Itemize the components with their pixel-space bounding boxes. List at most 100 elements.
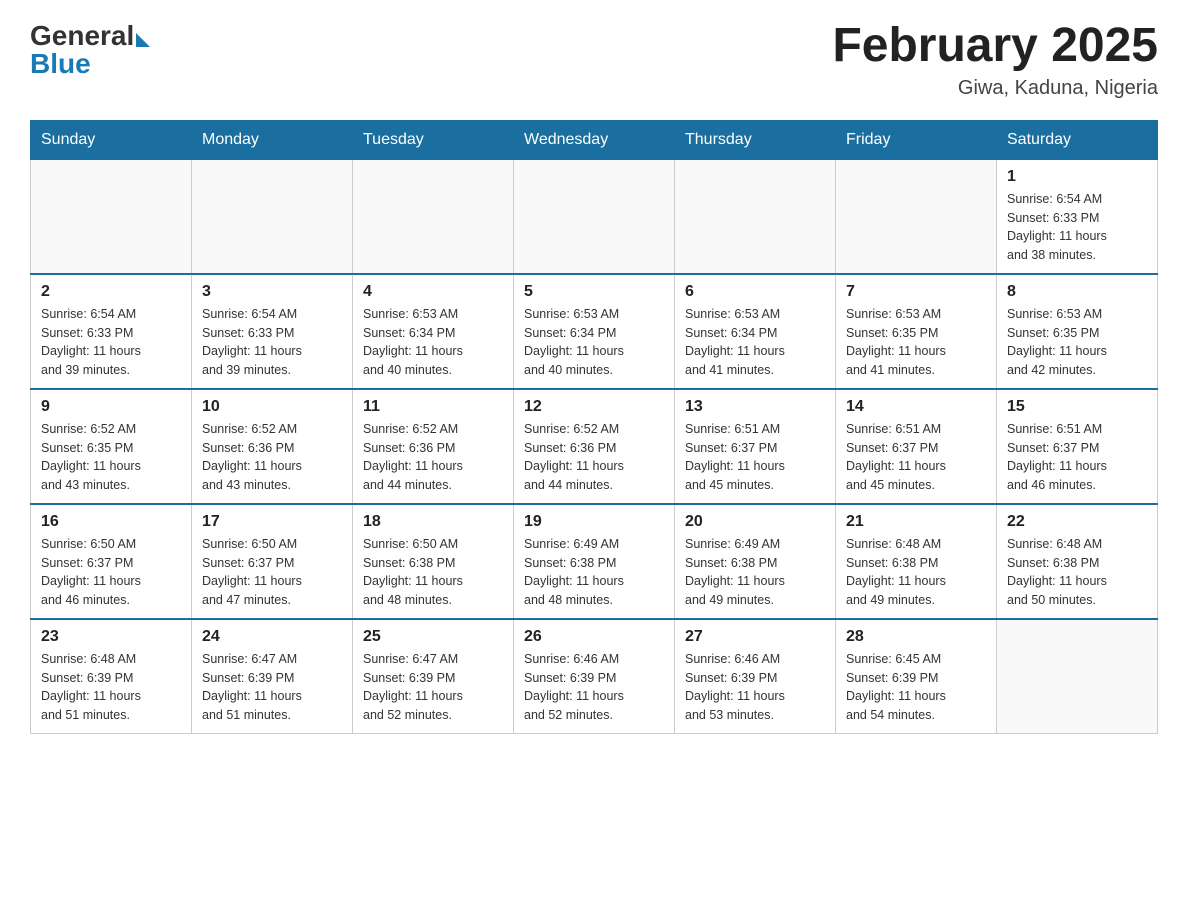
day-number: 28: [846, 628, 986, 646]
calendar-cell: 18 Sunrise: 6:50 AMSunset: 6:38 PMDayligh…: [353, 504, 514, 619]
calendar-cell: 3 Sunrise: 6:54 AMSunset: 6:33 PMDaylight…: [192, 274, 353, 389]
day-info: Sunrise: 6:53 AMSunset: 6:34 PMDaylight:…: [685, 305, 825, 380]
logo-arrow-icon: [136, 33, 150, 47]
day-info: Sunrise: 6:48 AMSunset: 6:38 PMDaylight:…: [1007, 535, 1147, 610]
day-info: Sunrise: 6:52 AMSunset: 6:35 PMDaylight:…: [41, 420, 181, 495]
weekday-header-wednesday: Wednesday: [514, 120, 675, 159]
week-row-0: 1 Sunrise: 6:54 AMSunset: 6:33 PMDaylight…: [31, 159, 1158, 274]
calendar-cell: 23 Sunrise: 6:48 AMSunset: 6:39 PMDayligh…: [31, 619, 192, 734]
day-number: 23: [41, 628, 181, 646]
calendar-table: SundayMondayTuesdayWednesdayThursdayFrid…: [30, 120, 1158, 734]
calendar-cell: 25 Sunrise: 6:47 AMSunset: 6:39 PMDayligh…: [353, 619, 514, 734]
week-row-1: 2 Sunrise: 6:54 AMSunset: 6:33 PMDaylight…: [31, 274, 1158, 389]
day-info: Sunrise: 6:47 AMSunset: 6:39 PMDaylight:…: [202, 650, 342, 725]
day-info: Sunrise: 6:53 AMSunset: 6:34 PMDaylight:…: [524, 305, 664, 380]
week-row-3: 16 Sunrise: 6:50 AMSunset: 6:37 PMDayligh…: [31, 504, 1158, 619]
day-info: Sunrise: 6:48 AMSunset: 6:39 PMDaylight:…: [41, 650, 181, 725]
calendar-cell: 4 Sunrise: 6:53 AMSunset: 6:34 PMDaylight…: [353, 274, 514, 389]
day-number: 10: [202, 398, 342, 416]
day-number: 18: [363, 513, 503, 531]
calendar-cell: 14 Sunrise: 6:51 AMSunset: 6:37 PMDayligh…: [836, 389, 997, 504]
calendar-cell: 27Sunrise: 6:46 AMSunset: 6:39 PMDayligh…: [675, 619, 836, 734]
day-info: Sunrise: 6:54 AMSunset: 6:33 PMDaylight:…: [202, 305, 342, 380]
day-number: 26: [524, 628, 664, 646]
calendar-cell: 17 Sunrise: 6:50 AMSunset: 6:37 PMDayligh…: [192, 504, 353, 619]
calendar-cell: 12 Sunrise: 6:52 AMSunset: 6:36 PMDayligh…: [514, 389, 675, 504]
calendar-cell: 13 Sunrise: 6:51 AMSunset: 6:37 PMDayligh…: [675, 389, 836, 504]
day-number: 17: [202, 513, 342, 531]
day-number: 5: [524, 283, 664, 301]
day-info: Sunrise: 6:52 AMSunset: 6:36 PMDaylight:…: [363, 420, 503, 495]
calendar-cell: 16 Sunrise: 6:50 AMSunset: 6:37 PMDayligh…: [31, 504, 192, 619]
day-info: Sunrise: 6:50 AMSunset: 6:38 PMDaylight:…: [363, 535, 503, 610]
day-info: Sunrise: 6:53 AMSunset: 6:34 PMDaylight:…: [363, 305, 503, 380]
day-number: 8: [1007, 283, 1147, 301]
calendar-cell: 21 Sunrise: 6:48 AMSunset: 6:38 PMDayligh…: [836, 504, 997, 619]
day-info: Sunrise: 6:47 AMSunset: 6:39 PMDaylight:…: [363, 650, 503, 725]
day-number: 9: [41, 398, 181, 416]
day-info: Sunrise: 6:52 AMSunset: 6:36 PMDaylight:…: [524, 420, 664, 495]
day-number: 4: [363, 283, 503, 301]
calendar-cell: 10Sunrise: 6:52 AMSunset: 6:36 PMDayligh…: [192, 389, 353, 504]
day-number: 21: [846, 513, 986, 531]
day-info: Sunrise: 6:53 AMSunset: 6:35 PMDaylight:…: [1007, 305, 1147, 380]
calendar-cell: 15 Sunrise: 6:51 AMSunset: 6:37 PMDayligh…: [997, 389, 1158, 504]
week-row-2: 9 Sunrise: 6:52 AMSunset: 6:35 PMDaylight…: [31, 389, 1158, 504]
weekday-header-friday: Friday: [836, 120, 997, 159]
day-info: Sunrise: 6:45 AMSunset: 6:39 PMDaylight:…: [846, 650, 986, 725]
location-title: Giwa, Kaduna, Nigeria: [832, 77, 1158, 100]
calendar-cell: [997, 619, 1158, 734]
calendar-cell: 22Sunrise: 6:48 AMSunset: 6:38 PMDayligh…: [997, 504, 1158, 619]
day-number: 1: [1007, 168, 1147, 186]
day-info: Sunrise: 6:49 AMSunset: 6:38 PMDaylight:…: [685, 535, 825, 610]
month-title: February 2025: [832, 20, 1158, 73]
calendar-cell: 1 Sunrise: 6:54 AMSunset: 6:33 PMDaylight…: [997, 159, 1158, 274]
weekday-header-saturday: Saturday: [997, 120, 1158, 159]
title-section: February 2025 Giwa, Kaduna, Nigeria: [832, 20, 1158, 100]
calendar-cell: 24Sunrise: 6:47 AMSunset: 6:39 PMDayligh…: [192, 619, 353, 734]
day-info: Sunrise: 6:54 AMSunset: 6:33 PMDaylight:…: [41, 305, 181, 380]
calendar-cell: 19 Sunrise: 6:49 AMSunset: 6:38 PMDayligh…: [514, 504, 675, 619]
weekday-header-tuesday: Tuesday: [353, 120, 514, 159]
day-info: Sunrise: 6:51 AMSunset: 6:37 PMDaylight:…: [685, 420, 825, 495]
calendar-cell: 9 Sunrise: 6:52 AMSunset: 6:35 PMDaylight…: [31, 389, 192, 504]
day-info: Sunrise: 6:50 AMSunset: 6:37 PMDaylight:…: [202, 535, 342, 610]
calendar-cell: 7Sunrise: 6:53 AMSunset: 6:35 PMDaylight…: [836, 274, 997, 389]
calendar-cell: 6 Sunrise: 6:53 AMSunset: 6:34 PMDaylight…: [675, 274, 836, 389]
day-number: 12: [524, 398, 664, 416]
day-number: 15: [1007, 398, 1147, 416]
weekday-header-thursday: Thursday: [675, 120, 836, 159]
day-number: 16: [41, 513, 181, 531]
day-info: Sunrise: 6:54 AMSunset: 6:33 PMDaylight:…: [1007, 190, 1147, 265]
day-number: 2: [41, 283, 181, 301]
calendar-cell: [514, 159, 675, 274]
calendar-cell: 20 Sunrise: 6:49 AMSunset: 6:38 PMDayligh…: [675, 504, 836, 619]
day-number: 13: [685, 398, 825, 416]
day-number: 11: [363, 398, 503, 416]
calendar-cell: [31, 159, 192, 274]
week-row-4: 23 Sunrise: 6:48 AMSunset: 6:39 PMDayligh…: [31, 619, 1158, 734]
weekday-header-sunday: Sunday: [31, 120, 192, 159]
day-info: Sunrise: 6:48 AMSunset: 6:38 PMDaylight:…: [846, 535, 986, 610]
calendar-cell: 28 Sunrise: 6:45 AMSunset: 6:39 PMDayligh…: [836, 619, 997, 734]
calendar-cell: 8 Sunrise: 6:53 AMSunset: 6:35 PMDaylight…: [997, 274, 1158, 389]
day-info: Sunrise: 6:51 AMSunset: 6:37 PMDaylight:…: [1007, 420, 1147, 495]
calendar-cell: [353, 159, 514, 274]
day-number: 25: [363, 628, 503, 646]
calendar-cell: 11 Sunrise: 6:52 AMSunset: 6:36 PMDayligh…: [353, 389, 514, 504]
calendar-cell: [836, 159, 997, 274]
calendar-cell: 2 Sunrise: 6:54 AMSunset: 6:33 PMDaylight…: [31, 274, 192, 389]
day-info: Sunrise: 6:46 AMSunset: 6:39 PMDaylight:…: [685, 650, 825, 725]
day-number: 20: [685, 513, 825, 531]
calendar-cell: 5 Sunrise: 6:53 AMSunset: 6:34 PMDaylight…: [514, 274, 675, 389]
day-info: Sunrise: 6:50 AMSunset: 6:37 PMDaylight:…: [41, 535, 181, 610]
day-number: 19: [524, 513, 664, 531]
page-header: General Blue February 2025 Giwa, Kaduna,…: [30, 20, 1158, 100]
day-number: 14: [846, 398, 986, 416]
day-info: Sunrise: 6:46 AMSunset: 6:39 PMDaylight:…: [524, 650, 664, 725]
logo-blue-text: Blue: [30, 48, 150, 80]
day-number: 3: [202, 283, 342, 301]
day-number: 6: [685, 283, 825, 301]
day-info: Sunrise: 6:51 AMSunset: 6:37 PMDaylight:…: [846, 420, 986, 495]
day-info: Sunrise: 6:49 AMSunset: 6:38 PMDaylight:…: [524, 535, 664, 610]
